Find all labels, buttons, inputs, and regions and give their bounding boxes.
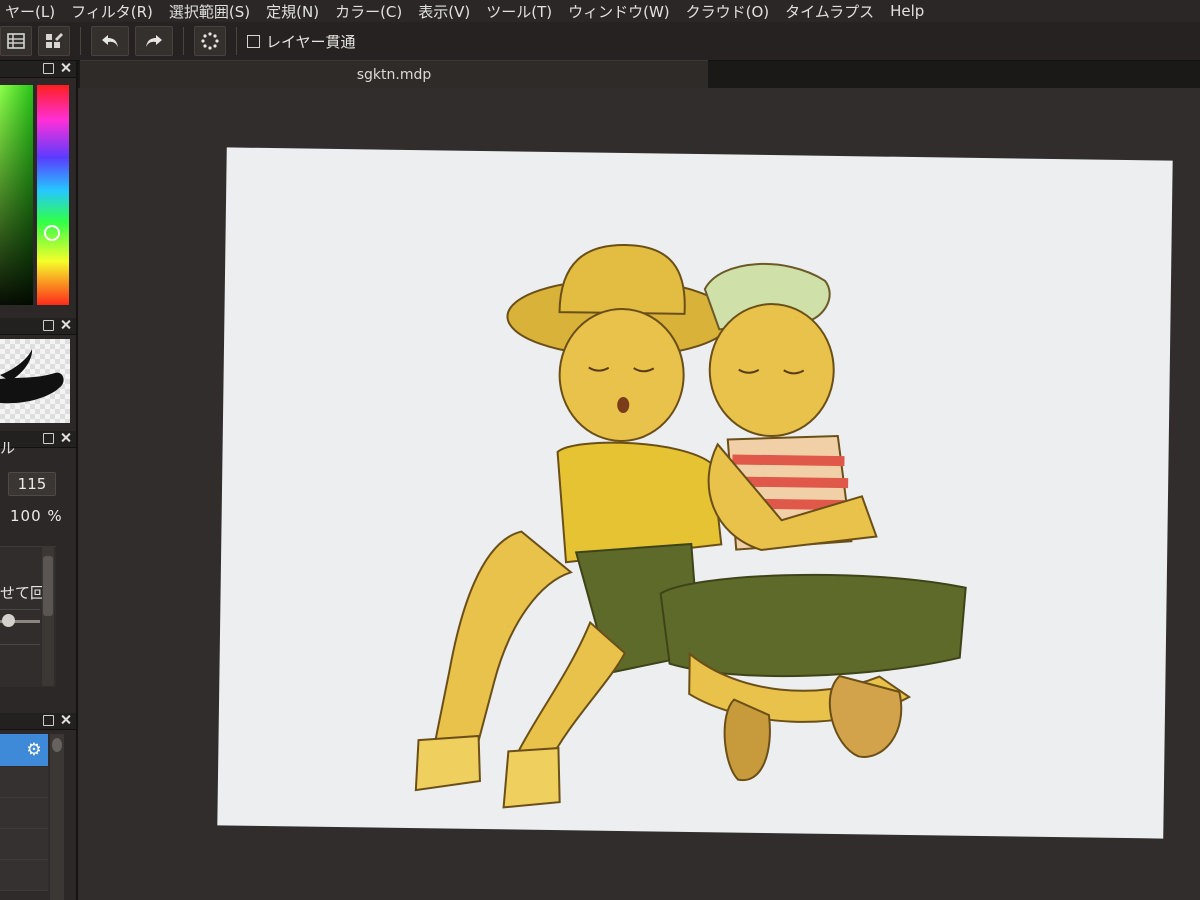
menu-timelapse[interactable]: タイムラプス (774, 1, 885, 22)
loading-icon (201, 32, 219, 50)
panel-float-icon[interactable] (43, 320, 54, 331)
layer-list-scrollbar[interactable] (50, 734, 64, 900)
hat-crown (558, 244, 686, 315)
undo-button[interactable] (91, 26, 129, 56)
panel-close-icon[interactable] (61, 63, 70, 72)
menu-cloud[interactable]: クラウド(O) (675, 1, 781, 22)
menu-bar: ヤー(L) フィルタ(R) 選択範囲(S) 定規(N) カラー(C) 表示(V)… (0, 0, 1200, 22)
layer-list-icon (7, 33, 25, 49)
divider (0, 609, 40, 610)
brush-opacity-value[interactable]: 100 % (10, 507, 63, 525)
hue-handle[interactable] (44, 225, 60, 241)
toolbar-separator (80, 27, 81, 55)
toolbar-separator (183, 27, 184, 55)
stabilizer-label: せて回 (0, 584, 46, 602)
left-panel-column: ル 115 100 % せて回 ⚙ (0, 61, 78, 900)
undo-icon (102, 35, 118, 47)
menu-filter[interactable]: フィルタ(R) (60, 1, 164, 22)
layer-settings-icon (46, 33, 63, 48)
layer-panel-header (0, 713, 76, 730)
panel-float-icon[interactable] (43, 433, 54, 444)
stabilizer-slider-knob[interactable] (2, 614, 15, 627)
layer-row[interactable] (0, 829, 48, 860)
panel-close-icon[interactable] (61, 320, 70, 329)
layer-wrap-checkbox[interactable]: レイヤー貫通 (247, 31, 356, 52)
hue-slider[interactable] (37, 85, 69, 305)
document-tab[interactable]: sgktn.mdp (80, 60, 708, 89)
loading-button[interactable] (194, 26, 226, 56)
right-child-head (708, 303, 835, 438)
brush-options-scrollbar[interactable] (42, 546, 54, 686)
left-child-shirt (556, 441, 723, 564)
divider (0, 644, 40, 645)
menu-help[interactable]: Help (879, 2, 935, 20)
checkbox-box[interactable] (247, 34, 260, 48)
brush-tab-label: ル (0, 439, 16, 457)
layer-settings-button[interactable] (38, 26, 70, 56)
toolbar-separator (236, 27, 237, 55)
scrollbar-thumb[interactable] (52, 738, 62, 752)
panel-close-icon[interactable] (61, 715, 70, 724)
color-saturation-box[interactable] (0, 85, 33, 305)
menu-color[interactable]: カラー(C) (324, 1, 413, 22)
drawing-canvas[interactable] (217, 147, 1173, 839)
menu-view[interactable]: 表示(V) (407, 1, 481, 22)
layer-row[interactable] (0, 767, 48, 798)
panel-float-icon[interactable] (43, 715, 54, 726)
artwork-illustration (414, 244, 967, 809)
right-shoe (723, 698, 771, 782)
left-shoe (414, 734, 481, 792)
brush-preview-header (0, 318, 76, 335)
brush-size-field[interactable]: 115 (8, 472, 56, 496)
menu-layer[interactable]: ヤー(L) (0, 1, 66, 22)
panel-close-icon[interactable] (61, 433, 70, 442)
layer-row[interactable] (0, 860, 48, 891)
redo-icon (146, 35, 162, 47)
layer-wrap-label: レイヤー貫通 (266, 32, 356, 51)
redo-button[interactable] (135, 26, 173, 56)
brush-stroke-icon (0, 349, 64, 404)
right-child-shorts (659, 573, 967, 678)
panel-float-icon[interactable] (43, 63, 54, 74)
brush-preview (0, 339, 70, 423)
layer-row[interactable] (0, 798, 48, 829)
scrollbar-thumb[interactable] (43, 556, 53, 616)
layer-list-button[interactable] (0, 26, 32, 56)
menu-ruler[interactable]: 定規(N) (255, 1, 330, 22)
left-shoe (502, 747, 561, 809)
menu-tool[interactable]: ツール(T) (475, 1, 563, 22)
left-child-head (558, 307, 685, 442)
menu-selection[interactable]: 選択範囲(S) (158, 1, 261, 22)
color-panel-header (0, 61, 76, 78)
toolbar: レイヤー貫通 (0, 22, 1200, 61)
menu-window[interactable]: ウィンドウ(W) (557, 1, 681, 22)
gear-icon[interactable]: ⚙ (25, 741, 43, 759)
